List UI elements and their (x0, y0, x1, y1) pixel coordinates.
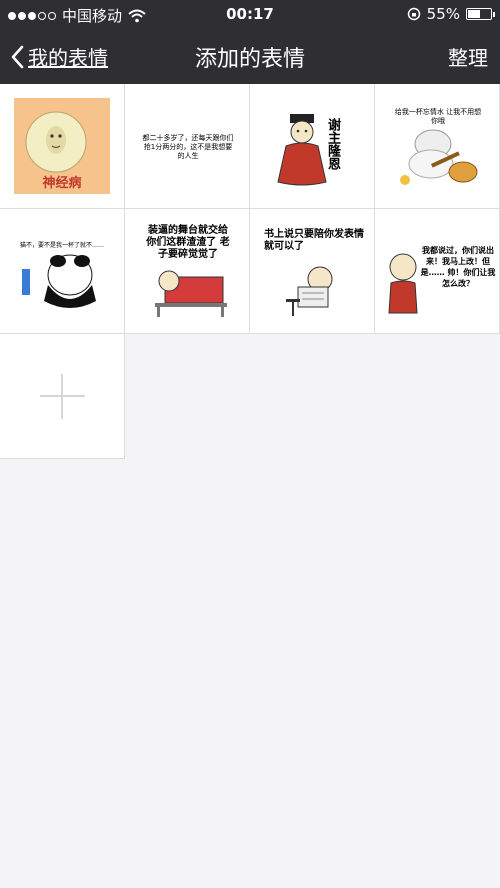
add-sticker-button[interactable] (0, 334, 125, 459)
sticker-caption: 都二十多岁了，还每天跟你们抢1分两分的，这不是我想要的人生 (142, 134, 234, 160)
sticker-caption: 神经病 (42, 176, 82, 191)
organize-button[interactable]: 整理 (448, 42, 488, 71)
page-title: 添加的表情 (194, 47, 305, 72)
status-right: 55% (407, 5, 495, 23)
battery-percent: 55% (426, 5, 460, 23)
sticker-item[interactable]: 都二十多岁了，还每天跟你们抢1分两分的，这不是我想要的人生 (125, 84, 250, 209)
sticker-caption: 谢主隆恩 (325, 118, 340, 170)
sticker-grid: 神经病 都二十多岁了，还每天跟你们抢1分两分的，这不是我想要的人生 谢主隆恩 给… (0, 84, 500, 459)
sticker-caption: 猫不，要不是我一杯了就不…… (19, 242, 104, 249)
sticker-item[interactable]: 谢主隆恩 (250, 84, 375, 209)
sticker-item[interactable]: 装逼的舞台就交给你们这群渣渣了 老子要碎觉觉了 (125, 209, 250, 334)
sticker-image (277, 114, 327, 186)
sticker-item[interactable]: 神经病 (0, 84, 125, 209)
sticker-image (400, 129, 478, 185)
sticker-image (286, 266, 333, 316)
battery-icon (466, 8, 495, 20)
status-bar: 中国移动 00:17 55% (0, 0, 500, 28)
sticker-image (22, 254, 96, 308)
sticker-caption: 我都说过，你们说出来！我马上改！但是…… 帅！你们让我怎么改？ (420, 246, 496, 288)
sticker-item[interactable]: 我都说过，你们说出来！我马上改！但是…… 帅！你们让我怎么改？ (375, 209, 500, 334)
nav-bar: 我的表情 添加的表情 整理 (0, 28, 500, 84)
sticker-item[interactable]: 猫不，要不是我一杯了就不…… (0, 209, 125, 334)
sticker-caption: 给我一杯忘情水 让我不用想你哦 (394, 108, 482, 125)
sticker-caption: 书上说只要陪你发表情就可以了 (264, 229, 364, 252)
sticker-item[interactable]: 书上说只要陪你发表情就可以了 (250, 209, 375, 334)
orientation-lock-icon (407, 7, 420, 21)
sticker-caption: 装逼的舞台就交给你们这群渣渣了 老子要碎觉觉了 (146, 225, 230, 260)
sticker-item[interactable]: 给我一杯忘情水 让我不用想你哦 (375, 84, 500, 209)
